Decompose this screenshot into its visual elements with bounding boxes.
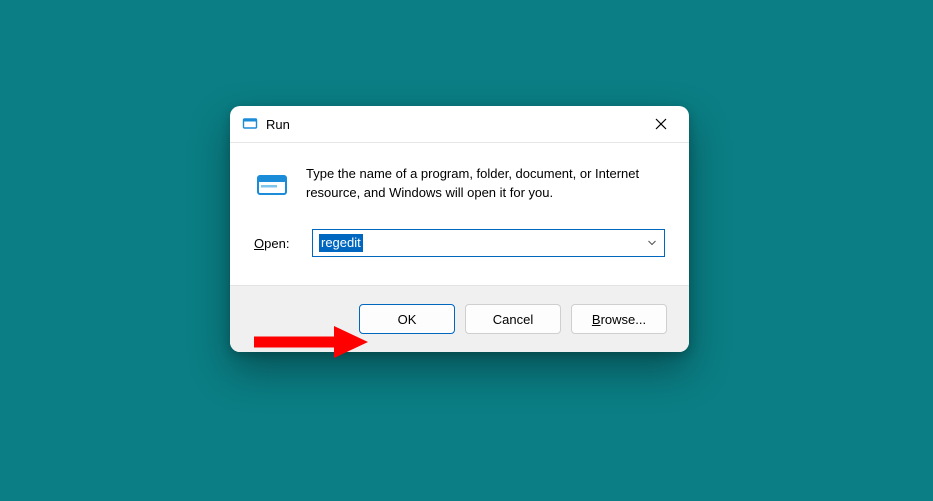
open-label: Open: <box>254 236 296 251</box>
close-button[interactable] <box>641 110 681 138</box>
close-icon <box>655 118 667 130</box>
titlebar: Run <box>230 106 689 143</box>
run-dialog: Run Type the name of a program, folder, … <box>230 106 689 352</box>
open-input-value: regedit <box>319 234 363 252</box>
dialog-body: Type the name of a program, folder, docu… <box>230 143 689 285</box>
button-bar: OK Cancel Browse... <box>230 285 689 352</box>
run-large-icon <box>254 167 290 203</box>
run-icon <box>242 116 258 132</box>
cancel-button[interactable]: Cancel <box>465 304 561 334</box>
dialog-title: Run <box>266 117 641 132</box>
instruction-text: Type the name of a program, folder, docu… <box>306 165 665 203</box>
open-combobox[interactable]: regedit <box>312 229 665 257</box>
instruction-row: Type the name of a program, folder, docu… <box>254 165 665 203</box>
ok-button[interactable]: OK <box>359 304 455 334</box>
browse-button[interactable]: Browse... <box>571 304 667 334</box>
open-row: Open: regedit <box>254 229 665 257</box>
chevron-down-icon[interactable] <box>646 237 658 249</box>
